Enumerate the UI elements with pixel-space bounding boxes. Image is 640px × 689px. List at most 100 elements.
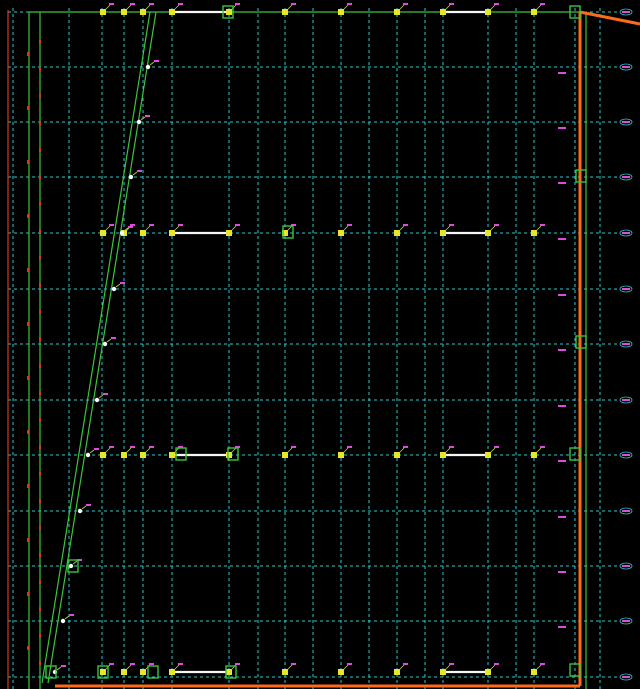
- column-tag-0-5: [291, 3, 296, 5]
- column-leader-0-5: [286, 4, 293, 11]
- column-tag-2-5: [291, 446, 296, 448]
- red-marker-16: [39, 472, 41, 476]
- axis-bubble-tag-4: [622, 232, 630, 234]
- red-marker-b-6: [27, 214, 29, 218]
- diagonal-leader-11: [56, 666, 62, 671]
- red-marker-14: [39, 418, 41, 422]
- axis-side-tag-10: [558, 571, 566, 573]
- column-leader-3-8: [444, 664, 451, 671]
- diagonal-tag-0: [154, 60, 159, 62]
- column-tag-2-6: [347, 446, 352, 448]
- column-leader-1-7: [398, 225, 405, 232]
- diagonal-node-9: [68, 563, 74, 569]
- axis-bubble-tag-10: [622, 565, 630, 567]
- diagonal-node-6: [94, 397, 100, 403]
- column-tag-2-10: [540, 446, 545, 448]
- column-leader-3-6: [342, 664, 349, 671]
- axis-bubble-tag-2: [622, 121, 630, 123]
- diagonal-leader-10: [64, 615, 70, 620]
- column-tag-1-10: [540, 224, 545, 226]
- axis-side-tag-6: [558, 349, 566, 351]
- column-tag-2-7: [403, 446, 408, 448]
- red-marker-4: [39, 148, 41, 152]
- axis-side-tag-4: [558, 238, 566, 240]
- column-tag-0-7: [403, 3, 408, 5]
- red-marker-b-22: [27, 646, 29, 650]
- column-leader-2-1: [125, 447, 132, 454]
- red-marker-18: [39, 526, 41, 530]
- diagonal-leader-2: [132, 171, 138, 176]
- diagonal-node-10: [60, 618, 66, 624]
- diagonal-node-5: [102, 341, 108, 347]
- red-marker-9: [39, 283, 41, 287]
- diagonal-node-1: [136, 119, 142, 125]
- red-marker-12: [39, 364, 41, 368]
- diagonal-tag-8: [86, 504, 91, 506]
- axis-bubble-tag-0: [622, 11, 630, 13]
- column-tag-0-4: [235, 3, 240, 5]
- red-marker-b-0: [27, 52, 29, 56]
- column-leader-3-5: [286, 664, 293, 671]
- column-leader-1-9: [489, 225, 496, 232]
- column-tag-0-8: [449, 3, 454, 5]
- diagonal-tag-3: [128, 226, 133, 228]
- red-marker-8: [39, 256, 41, 260]
- column-leader-1-0: [104, 225, 111, 232]
- column-tag-1-4: [235, 224, 240, 226]
- red-marker-11: [39, 337, 41, 341]
- column-tag-1-8: [449, 224, 454, 226]
- diagonal-leader-8: [81, 505, 87, 510]
- diagonal-node-8: [77, 508, 83, 514]
- diagonal-leader-5: [106, 338, 112, 343]
- red-marker-23: [39, 661, 41, 665]
- column-tag-0-1: [130, 3, 135, 5]
- diagonal-leader-6: [98, 394, 104, 399]
- column-leader-1-10: [535, 225, 542, 232]
- red-marker-3: [39, 121, 41, 125]
- column-tag-2-1: [130, 446, 135, 448]
- red-marker-b-14: [27, 430, 29, 434]
- column-leader-0-6: [342, 4, 349, 11]
- red-marker-b-2: [27, 106, 29, 110]
- column-leader-1-5: [286, 225, 293, 232]
- diagonal-leader-7: [89, 449, 95, 454]
- axis-bubbles: [558, 8, 633, 681]
- axis-bubble-tag-5: [622, 288, 630, 290]
- column-tag-2-0: [109, 446, 114, 448]
- column-tag-0-3: [178, 3, 183, 5]
- column-tag-3-2: [149, 663, 154, 665]
- column-leader-3-10: [535, 664, 542, 671]
- diagonal-node-0: [145, 64, 151, 70]
- column-leader-0-9: [489, 4, 496, 11]
- red-marker-10: [39, 310, 41, 314]
- axis-bubble-tag-7: [622, 399, 630, 401]
- column-tag-1-2: [149, 224, 154, 226]
- diagonal-node-4: [111, 286, 117, 292]
- column-tag-3-6: [347, 663, 352, 665]
- diagonal-edge-line-2: [41, 11, 151, 684]
- column-leader-0-1: [125, 4, 132, 11]
- column-tag-3-9: [494, 663, 499, 665]
- column-leader-2-0: [104, 447, 111, 454]
- red-marker-6: [39, 202, 41, 206]
- red-marker-13: [39, 391, 41, 395]
- column-leader-1-2: [144, 225, 151, 232]
- axis-bubble-tag-6: [622, 343, 630, 345]
- red-marker-20: [39, 580, 41, 584]
- column-tag-1-0: [109, 224, 114, 226]
- column-leader-3-1: [125, 664, 132, 671]
- cad-drawing-canvas[interactable]: [0, 0, 640, 689]
- column-leader-2-7: [398, 447, 405, 454]
- red-marker-1: [39, 67, 41, 71]
- stair-symbol-11: [147, 665, 159, 679]
- column-tag-3-1: [130, 663, 135, 665]
- axis-side-tag-3: [558, 182, 566, 184]
- axis-bubble-tag-9: [622, 510, 630, 512]
- diagonal-tag-6: [103, 393, 108, 395]
- diagonal-leader-4: [115, 283, 121, 288]
- column-tag-0-0: [109, 3, 114, 5]
- column-tag-2-9: [494, 446, 499, 448]
- axis-side-tag-9: [558, 516, 566, 518]
- red-marker-b-8: [27, 268, 29, 272]
- column-tag-2-8: [449, 446, 454, 448]
